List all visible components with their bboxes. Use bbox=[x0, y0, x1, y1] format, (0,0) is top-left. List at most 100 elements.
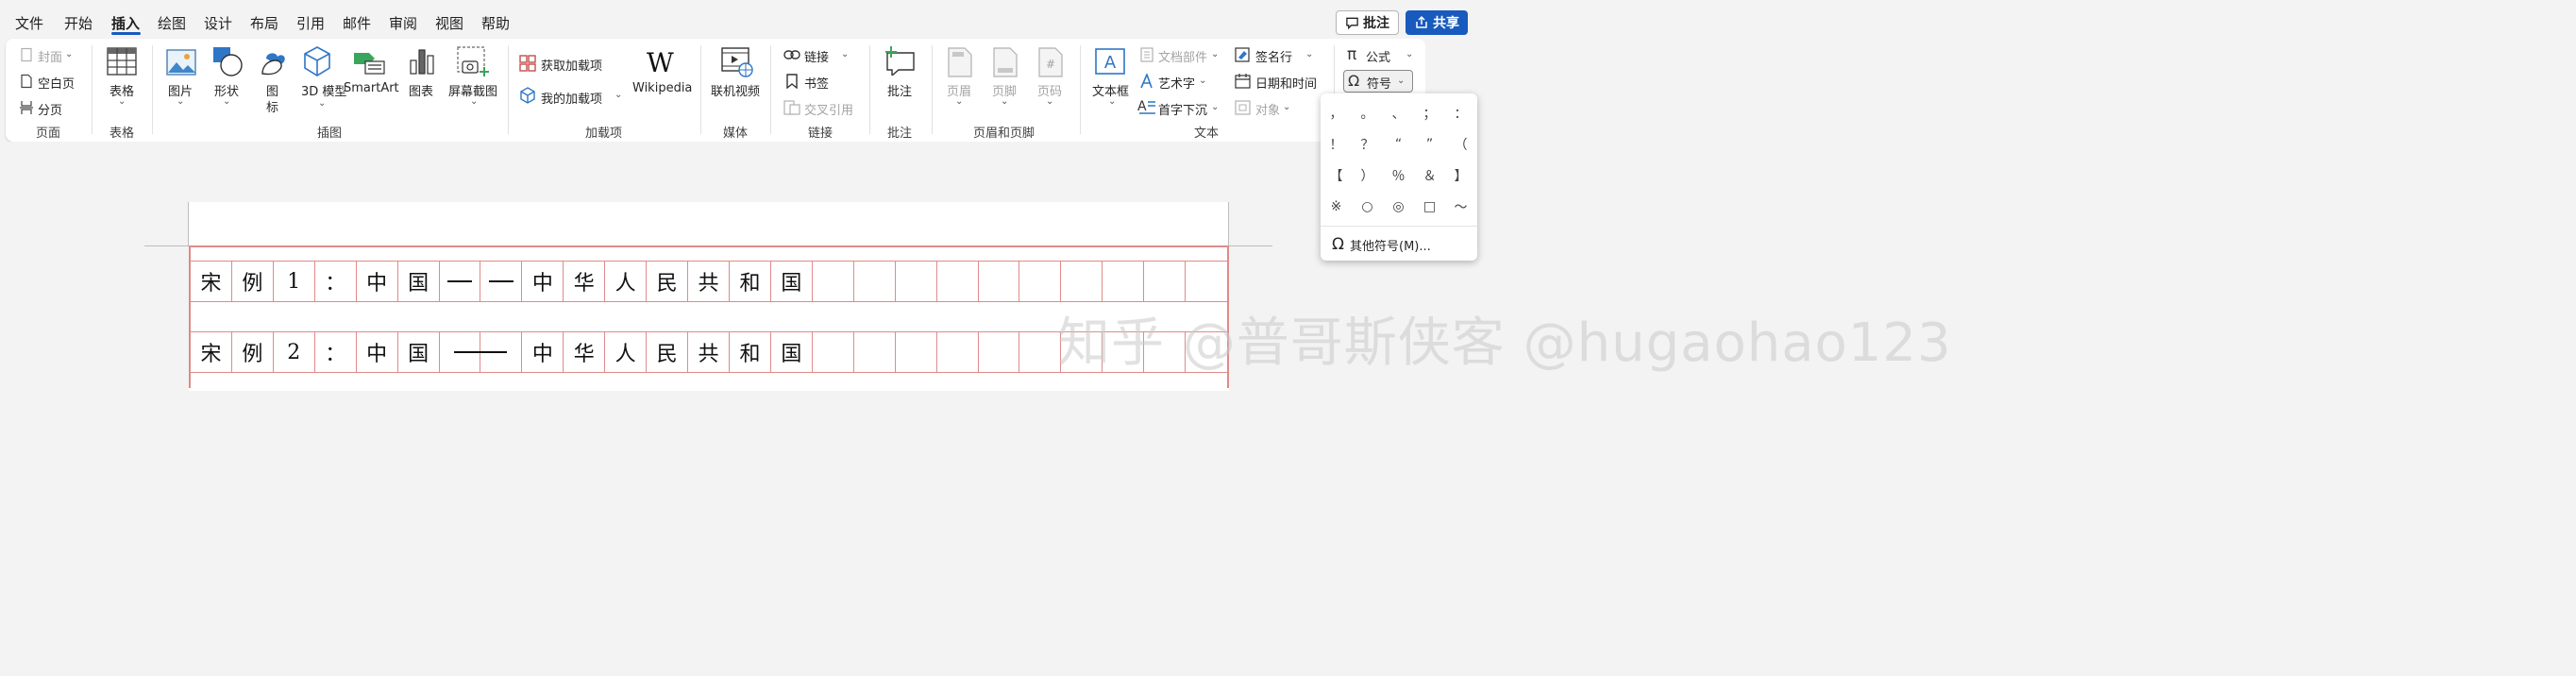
object-label: 对象 bbox=[1255, 104, 1281, 118]
get-addins-label: 获取加载项 bbox=[541, 59, 603, 74]
divider bbox=[1321, 226, 1477, 227]
omega-icon: Ω bbox=[1332, 235, 1344, 254]
tab-view[interactable]: 视图 bbox=[435, 13, 463, 33]
bookmark-icon bbox=[786, 74, 798, 89]
grid-cell: ： bbox=[315, 262, 357, 301]
grid-cell: 中 bbox=[522, 262, 564, 301]
tab-home[interactable]: 开始 bbox=[64, 13, 93, 33]
share-button[interactable]: 共享 bbox=[1406, 10, 1468, 35]
grid-cell: 国 bbox=[398, 332, 440, 372]
symbol-item[interactable]: ％ bbox=[1383, 160, 1414, 191]
grid-cell: 宋 bbox=[191, 262, 232, 301]
svg-text:A: A bbox=[1104, 53, 1117, 73]
share-icon bbox=[1416, 15, 1427, 28]
tab-review[interactable]: 审阅 bbox=[389, 13, 417, 33]
grid-cell bbox=[937, 262, 979, 301]
symbol-item[interactable]: ○ bbox=[1352, 191, 1383, 222]
more-symbols-label: 其他符号(M)... bbox=[1350, 239, 1431, 254]
grid-cell bbox=[896, 332, 937, 372]
3d-models-label: 3D 模型 bbox=[301, 85, 347, 99]
store-icon bbox=[519, 55, 536, 72]
date-time-label: 日期和时间 bbox=[1255, 77, 1318, 92]
grid-row-1: 宋例 1：中国中华人民共和国 bbox=[191, 261, 1227, 302]
chevron-down-icon: ⌄ bbox=[1211, 102, 1220, 112]
group-separator bbox=[869, 45, 870, 134]
grid-cell bbox=[979, 262, 1020, 301]
symbol-item[interactable]: ～ bbox=[1445, 191, 1476, 222]
share-label: 共享 bbox=[1433, 16, 1459, 31]
symbol-item[interactable]: “ bbox=[1383, 128, 1414, 160]
video-icon bbox=[721, 47, 753, 77]
symbol-item[interactable]: 、 bbox=[1383, 97, 1414, 128]
more-symbols-button[interactable]: Ω 其他符号(M)... bbox=[1332, 235, 1431, 254]
chevron-down-icon: ⌄ bbox=[1001, 96, 1009, 107]
smartart-label: SmartArt bbox=[344, 81, 399, 95]
symbol-item[interactable]: ！ bbox=[1321, 128, 1352, 160]
pi-icon: π bbox=[1347, 45, 1357, 64]
signature-icon bbox=[1235, 47, 1250, 62]
comments-button[interactable]: 批注 bbox=[1336, 10, 1399, 35]
grid-cell bbox=[854, 332, 896, 372]
symbol-item[interactable]: ” bbox=[1414, 128, 1445, 160]
chevron-down-icon: ⌄ bbox=[1046, 96, 1054, 107]
symbol-item[interactable]: ； bbox=[1414, 97, 1445, 128]
chevron-down-icon: ⌄ bbox=[223, 96, 231, 107]
drop-cap-icon: A bbox=[1137, 99, 1155, 114]
grid-cell: 2 bbox=[274, 332, 315, 372]
chevron-down-icon: ⌄ bbox=[65, 49, 74, 59]
symbol-item[interactable]: （ bbox=[1445, 128, 1476, 160]
tab-draw[interactable]: 绘图 bbox=[158, 13, 186, 33]
symbol-item[interactable]: ， bbox=[1321, 97, 1352, 128]
wordart-icon bbox=[1140, 74, 1153, 89]
symbol-item[interactable]: □ bbox=[1414, 191, 1445, 222]
symbol-item[interactable]: ＆ bbox=[1414, 160, 1445, 191]
symbol-button[interactable]: Ω 符号 ⌄ bbox=[1343, 70, 1413, 93]
group-label-tables: 表格 bbox=[109, 127, 135, 141]
cover-page-label: 封面 bbox=[38, 51, 63, 65]
tab-insert[interactable]: 插入 bbox=[111, 13, 140, 33]
grid-cell bbox=[813, 262, 854, 301]
group-separator bbox=[700, 45, 701, 134]
grid-cell: 共 bbox=[688, 332, 730, 372]
symbol-item[interactable]: ※ bbox=[1321, 191, 1352, 222]
tab-layout[interactable]: 布局 bbox=[250, 13, 278, 33]
grid-cell: 人 bbox=[605, 332, 648, 372]
symbol-item[interactable]: 。 bbox=[1352, 97, 1383, 128]
symbol-item[interactable]: ： bbox=[1445, 97, 1476, 128]
menu-bar: 文件 开始 插入 绘图 设计 布局 引用 邮件 审阅 视图 帮助 批注 共享 bbox=[0, 0, 1480, 42]
grid-cell bbox=[1186, 262, 1227, 301]
chevron-down-icon: ⌄ bbox=[841, 49, 850, 59]
grid-cell: 国 bbox=[771, 332, 813, 372]
chevron-down-icon: ⌄ bbox=[177, 96, 185, 107]
grid-cell bbox=[440, 262, 481, 301]
group-separator bbox=[1080, 45, 1081, 134]
icons-icon bbox=[261, 53, 285, 76]
symbol-item[interactable]: ◎ bbox=[1383, 191, 1414, 222]
tab-references[interactable]: 引用 bbox=[296, 13, 325, 33]
equation-label: 公式 bbox=[1366, 51, 1391, 65]
calendar-icon bbox=[1235, 74, 1251, 89]
tab-mailings[interactable]: 邮件 bbox=[343, 13, 371, 33]
grid-cell: 例 bbox=[232, 332, 274, 372]
object-icon bbox=[1235, 100, 1251, 115]
group-separator bbox=[508, 45, 509, 134]
symbol-item[interactable]: 】 bbox=[1445, 160, 1476, 191]
grid-cell: 共 bbox=[688, 262, 730, 301]
symbol-item[interactable]: 【 bbox=[1321, 160, 1352, 191]
svg-text:#: # bbox=[1046, 58, 1055, 71]
symbol-item[interactable]: ？ bbox=[1352, 128, 1383, 160]
grid-cell: 和 bbox=[730, 262, 771, 301]
blank-page-label: 空白页 bbox=[38, 77, 76, 92]
chart-label: 图表 bbox=[409, 85, 434, 99]
tab-help[interactable]: 帮助 bbox=[481, 13, 510, 33]
group-separator bbox=[152, 45, 153, 134]
tab-design[interactable]: 设计 bbox=[204, 13, 232, 33]
tab-file[interactable]: 文件 bbox=[15, 13, 43, 33]
group-label-illustrations: 插图 bbox=[317, 127, 343, 141]
grid-cell bbox=[854, 262, 896, 301]
grid-cell: ： bbox=[315, 332, 357, 372]
chevron-down-icon: ⌄ bbox=[118, 96, 126, 107]
grid-cell: 民 bbox=[647, 262, 689, 301]
picture-icon bbox=[166, 49, 196, 76]
symbol-item[interactable]: ） bbox=[1352, 160, 1383, 191]
